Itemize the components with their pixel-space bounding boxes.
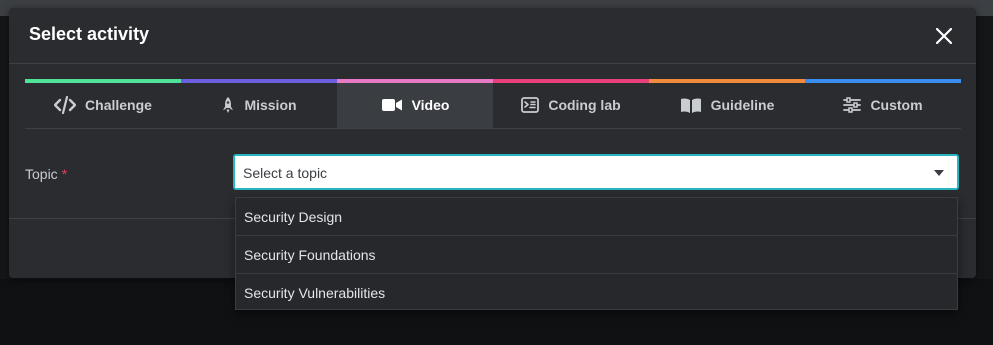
topic-option-security-foundations[interactable]: Security Foundations [236, 236, 957, 274]
tab-custom[interactable]: Custom [805, 79, 961, 128]
tab-color-bar [181, 79, 337, 83]
close-button[interactable] [932, 24, 956, 48]
required-marker: * [61, 166, 68, 182]
tab-label: Mission [244, 97, 297, 113]
tab-guideline[interactable]: Guideline [649, 79, 805, 128]
tab-color-bar [649, 79, 805, 83]
tab-coding-lab[interactable]: Coding lab [493, 79, 649, 128]
tab-color-bar [337, 79, 493, 83]
code-icon [54, 96, 77, 114]
tab-label: Guideline [710, 97, 775, 113]
activity-type-tabs: Challenge Mission Video Coding lab Guide… [25, 79, 961, 129]
tab-label: Coding lab [548, 97, 621, 113]
modal-title: Select activity [29, 24, 150, 44]
tab-color-bar [805, 79, 961, 83]
tab-video[interactable]: Video [337, 79, 493, 128]
tab-label: Video [411, 97, 450, 113]
tab-challenge[interactable]: Challenge [25, 79, 181, 128]
chevron-down-icon [934, 170, 944, 176]
tab-color-bar [25, 79, 181, 83]
topic-dropdown-menu: Security Design Security Foundations Sec… [235, 197, 958, 310]
topic-label-text: Topic [25, 166, 58, 182]
topic-label: Topic * [25, 166, 67, 182]
topic-select-placeholder: Select a topic [243, 165, 328, 181]
tab-label: Challenge [85, 97, 152, 113]
rocket-icon [221, 96, 235, 114]
topic-option-security-vulnerabilities[interactable]: Security Vulnerabilities [236, 274, 957, 312]
tab-label: Custom [870, 97, 923, 113]
video-camera-icon [381, 97, 403, 113]
tab-color-bar [493, 79, 649, 83]
close-icon [935, 27, 953, 45]
topic-option-security-design[interactable]: Security Design [236, 198, 957, 236]
modal-header: Select activity [9, 8, 976, 64]
sliders-icon [843, 97, 862, 113]
coding-lab-icon [521, 97, 540, 113]
topic-select[interactable]: Select a topic [233, 154, 959, 190]
tab-mission[interactable]: Mission [181, 79, 337, 128]
book-icon [680, 97, 702, 114]
